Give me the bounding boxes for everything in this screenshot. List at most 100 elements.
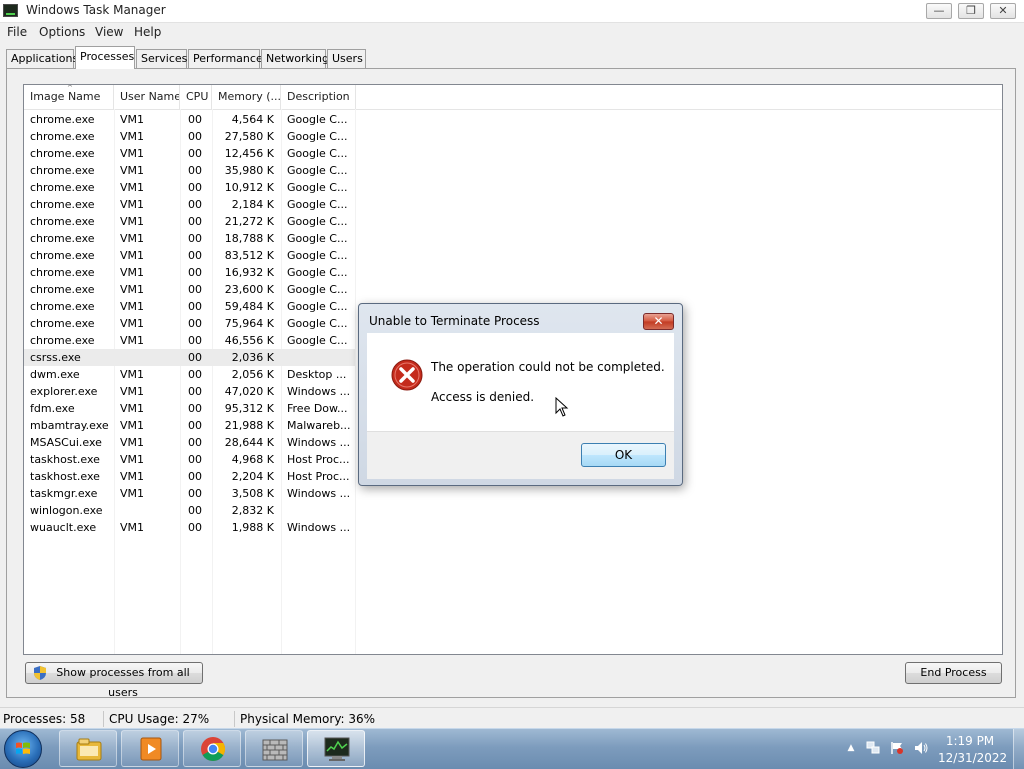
process-name-cell: taskhost.exe bbox=[30, 453, 100, 466]
column-description[interactable]: Description bbox=[281, 85, 356, 109]
explorer-icon bbox=[76, 738, 102, 761]
taskbar-task-manager[interactable] bbox=[307, 730, 365, 767]
user-name-cell: VM1 bbox=[120, 198, 145, 211]
user-name-cell: VM1 bbox=[120, 130, 145, 143]
table-row[interactable]: fdm.exe VM1 00 95,312 K Free Dow... bbox=[24, 400, 355, 417]
windows-logo-icon bbox=[16, 742, 30, 754]
process-name-cell: winlogon.exe bbox=[30, 504, 103, 517]
taskbar-explorer[interactable] bbox=[59, 730, 117, 767]
ok-button[interactable]: OK bbox=[581, 443, 666, 467]
dialog-body: The operation could not be completed. Ac… bbox=[367, 333, 674, 431]
table-row[interactable]: chrome.exe VM1 00 4,564 K Google C... bbox=[24, 111, 355, 128]
memory-cell: 2,056 K bbox=[231, 368, 274, 381]
tab-networking[interactable]: Networking bbox=[261, 49, 329, 68]
show-hidden-icons[interactable]: ▲ bbox=[844, 741, 858, 755]
cpu-cell: 00 bbox=[188, 521, 202, 534]
table-row[interactable]: chrome.exe VM1 00 10,912 K Google C... bbox=[24, 179, 355, 196]
cpu-cell: 00 bbox=[188, 198, 202, 211]
table-row[interactable]: csrss.exe 00 2,036 K bbox=[24, 349, 355, 366]
show-desktop-button[interactable] bbox=[1013, 729, 1024, 769]
table-row[interactable]: MSASCui.exe VM1 00 28,644 K Windows ... bbox=[24, 434, 355, 451]
start-button[interactable] bbox=[4, 730, 42, 768]
table-row[interactable]: chrome.exe VM1 00 16,932 K Google C... bbox=[24, 264, 355, 281]
process-name-cell: chrome.exe bbox=[30, 334, 95, 347]
table-row[interactable]: wuauclt.exe VM1 00 1,988 K Windows ... bbox=[24, 519, 355, 536]
table-row[interactable]: chrome.exe VM1 00 83,512 K Google C... bbox=[24, 247, 355, 264]
memory-cell: 3,508 K bbox=[231, 487, 274, 500]
menu-file[interactable]: File bbox=[7, 25, 27, 39]
menu-view[interactable]: View bbox=[95, 25, 123, 39]
dialog-close-button[interactable]: ✕ bbox=[643, 313, 674, 330]
table-row[interactable]: chrome.exe VM1 00 46,556 K Google C... bbox=[24, 332, 355, 349]
column-user-name[interactable]: User Name bbox=[114, 85, 180, 109]
volume-icon[interactable] bbox=[914, 741, 928, 755]
table-row[interactable]: mbamtray.exe VM1 00 21,988 K Malwareb... bbox=[24, 417, 355, 434]
taskbar-media-player[interactable] bbox=[121, 730, 179, 767]
clock-date[interactable]: 12/31/2022 bbox=[938, 751, 1007, 765]
cpu-cell: 00 bbox=[188, 300, 202, 313]
end-process-button[interactable]: End Process bbox=[905, 662, 1002, 684]
table-row[interactable]: explorer.exe VM1 00 47,020 K Windows ... bbox=[24, 383, 355, 400]
description-cell: Google C... bbox=[287, 215, 348, 228]
column-memory[interactable]: Memory (... bbox=[212, 85, 281, 109]
tab-applications[interactable]: Applications bbox=[6, 49, 78, 68]
description-cell bbox=[287, 502, 353, 519]
memory-cell: 83,512 K bbox=[224, 249, 274, 262]
network-icon[interactable] bbox=[866, 741, 880, 755]
table-row[interactable]: chrome.exe VM1 00 12,456 K Google C... bbox=[24, 145, 355, 162]
menu-help[interactable]: Help bbox=[134, 25, 161, 39]
table-row[interactable]: chrome.exe VM1 00 23,600 K Google C... bbox=[24, 281, 355, 298]
taskbar-chrome[interactable] bbox=[183, 730, 241, 767]
memory-cell: 21,988 K bbox=[224, 419, 274, 432]
description-cell: Google C... bbox=[287, 300, 348, 313]
uac-shield-icon bbox=[34, 666, 46, 680]
action-center-icon[interactable] bbox=[890, 741, 904, 755]
menu-options[interactable]: Options bbox=[39, 25, 85, 39]
column-cpu[interactable]: CPU bbox=[180, 85, 212, 109]
table-row[interactable]: taskmgr.exe VM1 00 3,508 K Windows ... bbox=[24, 485, 355, 502]
dialog-title: Unable to Terminate Process bbox=[369, 314, 540, 328]
cpu-cell: 00 bbox=[188, 232, 202, 245]
table-row[interactable]: chrome.exe VM1 00 75,964 K Google C... bbox=[24, 315, 355, 332]
table-row[interactable]: chrome.exe VM1 00 59,484 K Google C... bbox=[24, 298, 355, 315]
tab-processes[interactable]: Processes bbox=[75, 46, 135, 69]
dialog-detail: Access is denied. bbox=[431, 390, 535, 404]
table-row[interactable]: chrome.exe VM1 00 2,184 K Google C... bbox=[24, 196, 355, 213]
table-row[interactable]: chrome.exe VM1 00 35,980 K Google C... bbox=[24, 162, 355, 179]
process-name-cell: chrome.exe bbox=[30, 215, 95, 228]
restore-button[interactable]: ❐ bbox=[958, 3, 984, 19]
taskbar-firewall[interactable] bbox=[245, 730, 303, 767]
process-name-cell: taskhost.exe bbox=[30, 470, 100, 483]
memory-cell: 16,932 K bbox=[224, 266, 274, 279]
table-row[interactable]: taskhost.exe VM1 00 4,968 K Host Proc... bbox=[24, 451, 355, 468]
close-button[interactable]: ✕ bbox=[990, 3, 1016, 19]
description-cell: Google C... bbox=[287, 198, 348, 211]
memory-cell: 46,556 K bbox=[224, 334, 274, 347]
show-all-processes-button[interactable]: Show processes from all users bbox=[25, 662, 203, 699]
clock-time[interactable]: 1:19 PM bbox=[938, 734, 1002, 748]
table-row[interactable]: winlogon.exe 00 2,832 K bbox=[24, 502, 355, 519]
tab-services[interactable]: Services bbox=[136, 49, 187, 68]
table-row[interactable]: chrome.exe VM1 00 21,272 K Google C... bbox=[24, 213, 355, 230]
user-name-cell: VM1 bbox=[120, 232, 145, 245]
list-header: ^ Image Name User Name CPU Memory (... D… bbox=[24, 85, 1002, 110]
cpu-cell: 00 bbox=[188, 283, 202, 296]
table-row[interactable]: chrome.exe VM1 00 18,788 K Google C... bbox=[24, 230, 355, 247]
description-cell: Host Proc... bbox=[287, 453, 350, 466]
cpu-cell: 00 bbox=[188, 504, 202, 517]
user-name-cell: VM1 bbox=[120, 113, 145, 126]
cpu-cell: 00 bbox=[188, 334, 202, 347]
tab-performance[interactable]: Performance bbox=[188, 49, 263, 68]
tab-users[interactable]: Users bbox=[327, 49, 366, 68]
table-row[interactable]: taskhost.exe VM1 00 2,204 K Host Proc... bbox=[24, 468, 355, 485]
process-name-cell: chrome.exe bbox=[30, 283, 95, 296]
memory-cell: 4,564 K bbox=[231, 113, 274, 126]
memory-cell: 2,036 K bbox=[231, 351, 274, 364]
user-name-cell: VM1 bbox=[120, 487, 145, 500]
column-image-name[interactable]: ^ Image Name bbox=[24, 85, 114, 109]
process-name-cell: taskmgr.exe bbox=[30, 487, 98, 500]
dialog-footer: OK bbox=[367, 431, 674, 479]
minimize-button[interactable]: — bbox=[926, 3, 952, 19]
table-row[interactable]: chrome.exe VM1 00 27,580 K Google C... bbox=[24, 128, 355, 145]
table-row[interactable]: dwm.exe VM1 00 2,056 K Desktop ... bbox=[24, 366, 355, 383]
